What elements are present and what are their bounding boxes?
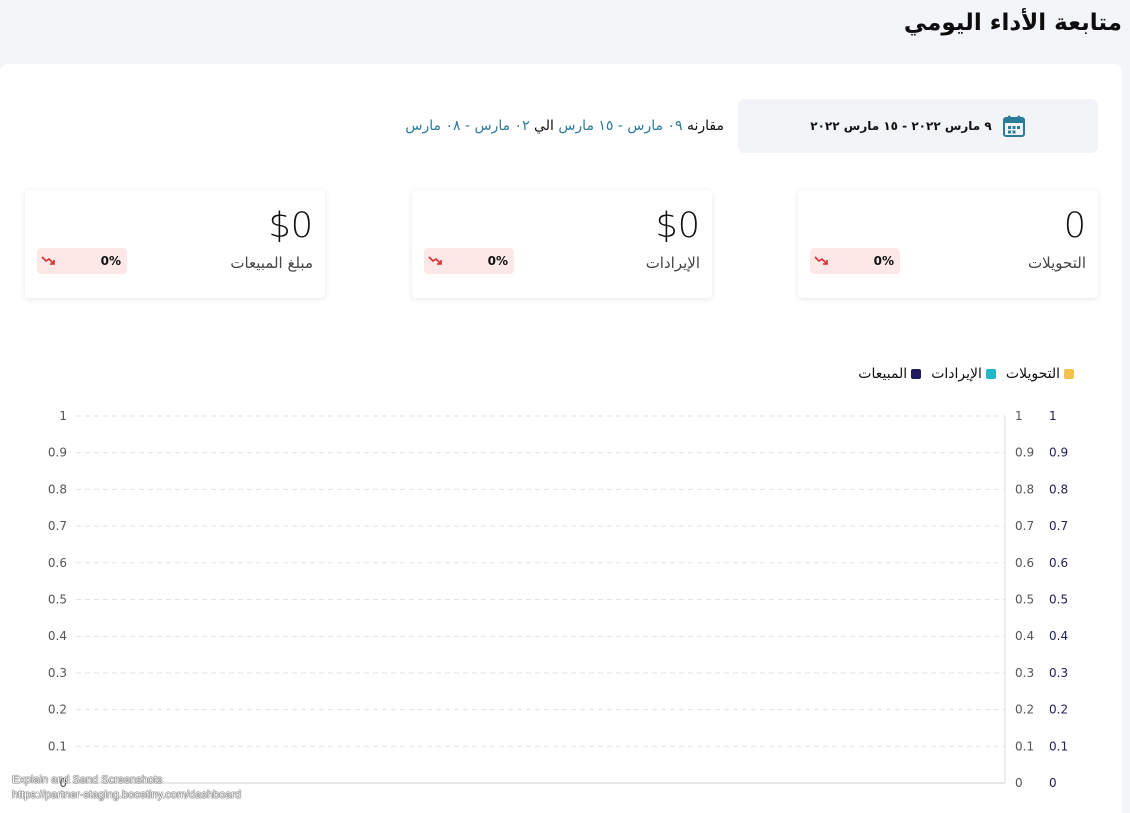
legend-label: المبيعات (858, 366, 908, 382)
stat-value: $0 (655, 206, 700, 246)
y-axis-left-tick-label: 0.4 (48, 629, 67, 643)
y-axis-left-tick-label: 0.3 (48, 666, 67, 680)
y-axis-right-tick-label: 0.3 (1015, 666, 1034, 680)
stat-card-sales-amount: $0 مبلغ المبيعات 0% (25, 190, 325, 298)
calendar-icon (1002, 115, 1025, 137)
y-axis-right-tick-label: 0.5 (1015, 593, 1034, 607)
y-axis-right-tick-label: 0.8 (1015, 482, 1034, 496)
performance-chart: 0 0 00.1 0.1 0.10.2 0.2 0.20.3 0.3 0.30.4 0.4 0.40… (48, 409, 1068, 790)
change-badge: 0% (424, 248, 514, 274)
y-axis-left-tick-label: 0.8 (48, 482, 67, 496)
stat-value: $0 (268, 206, 313, 246)
legend-item-conversions[interactable]: التحويلات (1006, 366, 1074, 382)
comparison-text: مقارنه ٠٩ مارس - ١٥ مارس الي ٠٢ مارس - ٠… (380, 118, 724, 134)
y-axis-right-outer-tick-label: 0.8 (1049, 482, 1068, 496)
date-range-picker[interactable]: ٩ مارس ٢٠٢٢ - ١٥ مارس ٢٠٢٢ (738, 99, 1098, 153)
stat-card-conversions: 0 التحويلات 0% (798, 190, 1098, 298)
trend-down-icon (41, 256, 55, 265)
y-axis-left-tick-label: 0.9 (48, 446, 67, 460)
y-axis-right-outer-tick-label: 0 (1049, 776, 1057, 790)
y-axis-right-outer-tick-label: 0.4 (1049, 629, 1068, 643)
y-axis-right-tick-label: 0.4 (1015, 629, 1034, 643)
stat-label: مبلغ المبيعات (230, 254, 313, 272)
y-axis-right-outer-tick-label: 0.9 (1049, 446, 1068, 460)
stat-label: الإيرادات (645, 254, 700, 272)
comparison-previous-range: ٠٢ مارس - ٠٨ مارس (405, 118, 530, 134)
legend-item-sales[interactable]: المبيعات (858, 366, 922, 382)
y-axis-right-outer-tick-label: 1 (1049, 409, 1057, 423)
y-axis-right-tick-label: 0 (1015, 776, 1023, 790)
y-axis-left-tick-label: 1 (59, 409, 67, 423)
y-axis-left-tick-label: 0.6 (48, 556, 67, 570)
y-axis-left-tick-label: 0.2 (48, 703, 67, 717)
y-axis-right-tick-label: 0.2 (1015, 703, 1034, 717)
y-axis-left-tick-label: 0.5 (48, 593, 67, 607)
y-axis-right-outer-tick-label: 0.2 (1049, 703, 1068, 717)
y-axis-right-outer-tick-label: 0.3 (1049, 666, 1068, 680)
overlay-line-2: https://partner-staging.boostiny.com/das… (12, 789, 242, 801)
stat-value: 0 (1063, 206, 1086, 246)
screenshot-overlay: Explain and Send Screenshots https://par… (12, 773, 241, 803)
y-axis-right-outer-tick-label: 0.5 (1049, 593, 1068, 607)
y-axis-left-tick-label: 0.7 (48, 519, 67, 533)
legend-label: التحويلات (1005, 366, 1060, 382)
trend-down-icon (428, 256, 442, 265)
change-badge: 0% (37, 248, 127, 274)
trend-down-icon (814, 256, 828, 265)
comparison-joiner: الي (534, 118, 554, 134)
y-axis-right-tick-label: 0.1 (1015, 739, 1034, 753)
y-axis-left-tick-label: 0.1 (48, 739, 67, 753)
comparison-prefix: مقارنه (686, 118, 724, 134)
comparison-current-range: ٠٩ مارس - ١٥ مارس (558, 118, 683, 134)
legend-swatch (1064, 369, 1074, 379)
y-axis-right-outer-tick-label: 0.1 (1049, 739, 1068, 753)
legend-swatch (911, 369, 922, 379)
y-axis-right-outer-tick-label: 0.7 (1049, 519, 1068, 533)
y-axis-right-outer-tick-label: 0.6 (1049, 556, 1068, 570)
change-badge: 0% (810, 248, 900, 274)
legend-item-revenue[interactable]: الإيرادات (931, 366, 996, 382)
y-axis-right-tick-label: 1 (1015, 409, 1023, 423)
legend-label: الإيرادات (931, 366, 982, 382)
y-axis-right-tick-label: 0.9 (1015, 446, 1034, 460)
page-title: متابعة الأداء اليومي (903, 10, 1122, 36)
stat-card-revenue: $0 الإيرادات 0% (412, 190, 712, 298)
change-percent: 0% (487, 254, 508, 268)
legend-swatch (985, 369, 996, 379)
stat-label: التحويلات (1028, 254, 1086, 272)
y-axis-right-tick-label: 0.7 (1015, 519, 1034, 533)
date-range-text: ٩ مارس ٢٠٢٢ - ١٥ مارس ٢٠٢٢ (810, 119, 992, 133)
change-percent: 0% (873, 254, 894, 268)
chart-legend: التحويلات الإيرادات المبيعات (858, 366, 1074, 382)
change-percent: 0% (100, 254, 121, 268)
overlay-line-1: Explain and Send Screenshots (12, 774, 163, 786)
y-axis-right-tick-label: 0.6 (1015, 556, 1034, 570)
